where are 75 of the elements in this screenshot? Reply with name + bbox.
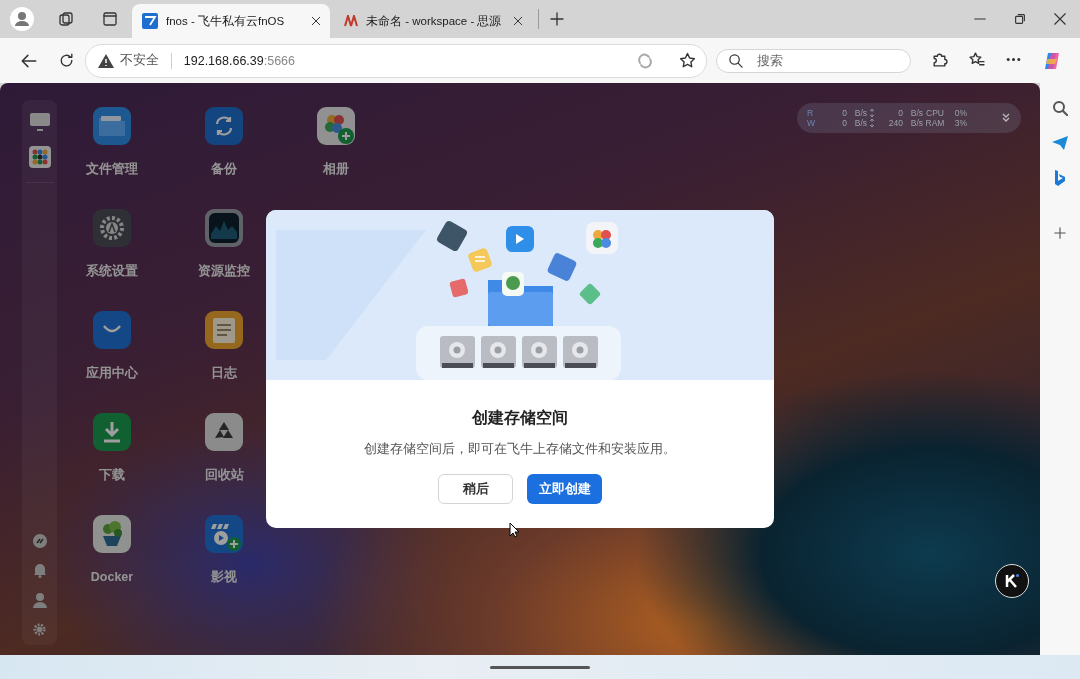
folder-icon (92, 106, 132, 146)
gear-icon (92, 208, 132, 248)
up-down-arrows-icon (869, 119, 875, 127)
user-icon[interactable] (32, 592, 47, 608)
favorites-list-icon[interactable] (968, 50, 985, 68)
stat-value: 240 (887, 118, 903, 128)
plant-pot-icon (92, 514, 132, 554)
stat-value: 3% (953, 118, 967, 128)
close-icon[interactable] (512, 15, 524, 27)
stat-unit: B/s (853, 118, 867, 128)
notepad-icon (204, 310, 244, 350)
tab-actions-icon[interactable] (102, 11, 118, 27)
close-icon[interactable] (310, 15, 322, 27)
search-field[interactable]: 搜索 (716, 48, 911, 73)
copilot-logo-icon[interactable] (1042, 50, 1062, 71)
favorite-star-icon[interactable] (679, 52, 696, 69)
stat-label: RAM (924, 118, 946, 128)
create-now-button[interactable]: 立即创建 (527, 474, 602, 504)
drag-handle[interactable] (490, 665, 590, 669)
dialog-description: 创建存储空间后，即可在飞牛上存储文件和安装应用。 (364, 441, 676, 458)
app-label[interactable]: 相册 (323, 161, 349, 177)
app-grid-icon[interactable] (28, 146, 51, 168)
stat-unit: B/s (909, 118, 923, 128)
up-down-arrows-icon (869, 109, 875, 117)
puzzle-piece-icon[interactable] (931, 50, 948, 68)
monitor-icon[interactable] (28, 112, 51, 132)
stat-unit: B/s (909, 108, 923, 118)
chart-monitor-icon (204, 208, 244, 248)
address-bar[interactable]: 不安全 192.168.66.39:5666 (84, 43, 707, 78)
search-icon (728, 53, 743, 68)
search-icon[interactable] (1052, 100, 1068, 116)
app-label[interactable]: 系统设置 (86, 263, 138, 279)
app-label[interactable]: 影视 (211, 569, 237, 585)
double-chevron-down-icon[interactable] (1001, 113, 1011, 123)
stat-unit: B/s (853, 108, 867, 118)
workspaces-icon[interactable] (58, 11, 74, 27)
app-label[interactable]: 下载 (99, 467, 125, 483)
shopping-bag-smile-icon (92, 310, 132, 350)
stat-value: 0% (953, 108, 967, 118)
browser-tab[interactable]: fnos - 飞牛私有云fnOS (132, 4, 330, 38)
browser-tab[interactable]: 未命名 - workspace - 思源 (334, 4, 532, 38)
close-icon[interactable] (1053, 12, 1067, 26)
bell-icon[interactable] (32, 562, 47, 578)
bing-logo-icon[interactable] (1054, 170, 1066, 186)
app-label[interactable]: Docker (90, 569, 134, 585)
url-text: 192.168.66.39:5666 (183, 53, 295, 68)
app-label[interactable]: 应用中心 (86, 365, 138, 381)
download-icon (92, 412, 132, 452)
stat-label: CPU (925, 108, 945, 118)
k-logo-button[interactable] (995, 564, 1029, 598)
app-label[interactable]: 文件管理 (86, 161, 138, 177)
app-label[interactable]: 资源监控 (198, 263, 250, 279)
later-button[interactable]: 稍后 (438, 474, 513, 504)
site-favicon-icon (142, 13, 158, 29)
new-tab-icon[interactable] (549, 11, 565, 27)
stat-value: 0 (897, 108, 903, 118)
k-logo-icon (1004, 573, 1020, 589)
add-icon[interactable] (1053, 226, 1067, 240)
site-favicon-icon (344, 15, 358, 27)
not-secure-label[interactable]: 不安全 (119, 52, 159, 69)
stat-label: W (807, 118, 817, 128)
app-label[interactable]: 备份 (211, 161, 237, 177)
warning-icon (97, 53, 114, 68)
dialog-title: 创建存储空间 (472, 408, 568, 428)
stat-label: R (807, 108, 815, 118)
app-label[interactable]: 日志 (211, 365, 237, 381)
app-label[interactable]: 回收站 (204, 467, 244, 483)
paper-plane-icon[interactable] (1052, 136, 1068, 150)
stat-value: 0 (841, 118, 847, 128)
stat-value: 0 (841, 108, 847, 118)
gear-icon[interactable] (32, 622, 47, 637)
restore-icon[interactable] (1013, 12, 1027, 26)
profile-avatar-icon[interactable] (10, 7, 34, 31)
film-icon (204, 514, 244, 554)
photos-icon (316, 106, 356, 146)
